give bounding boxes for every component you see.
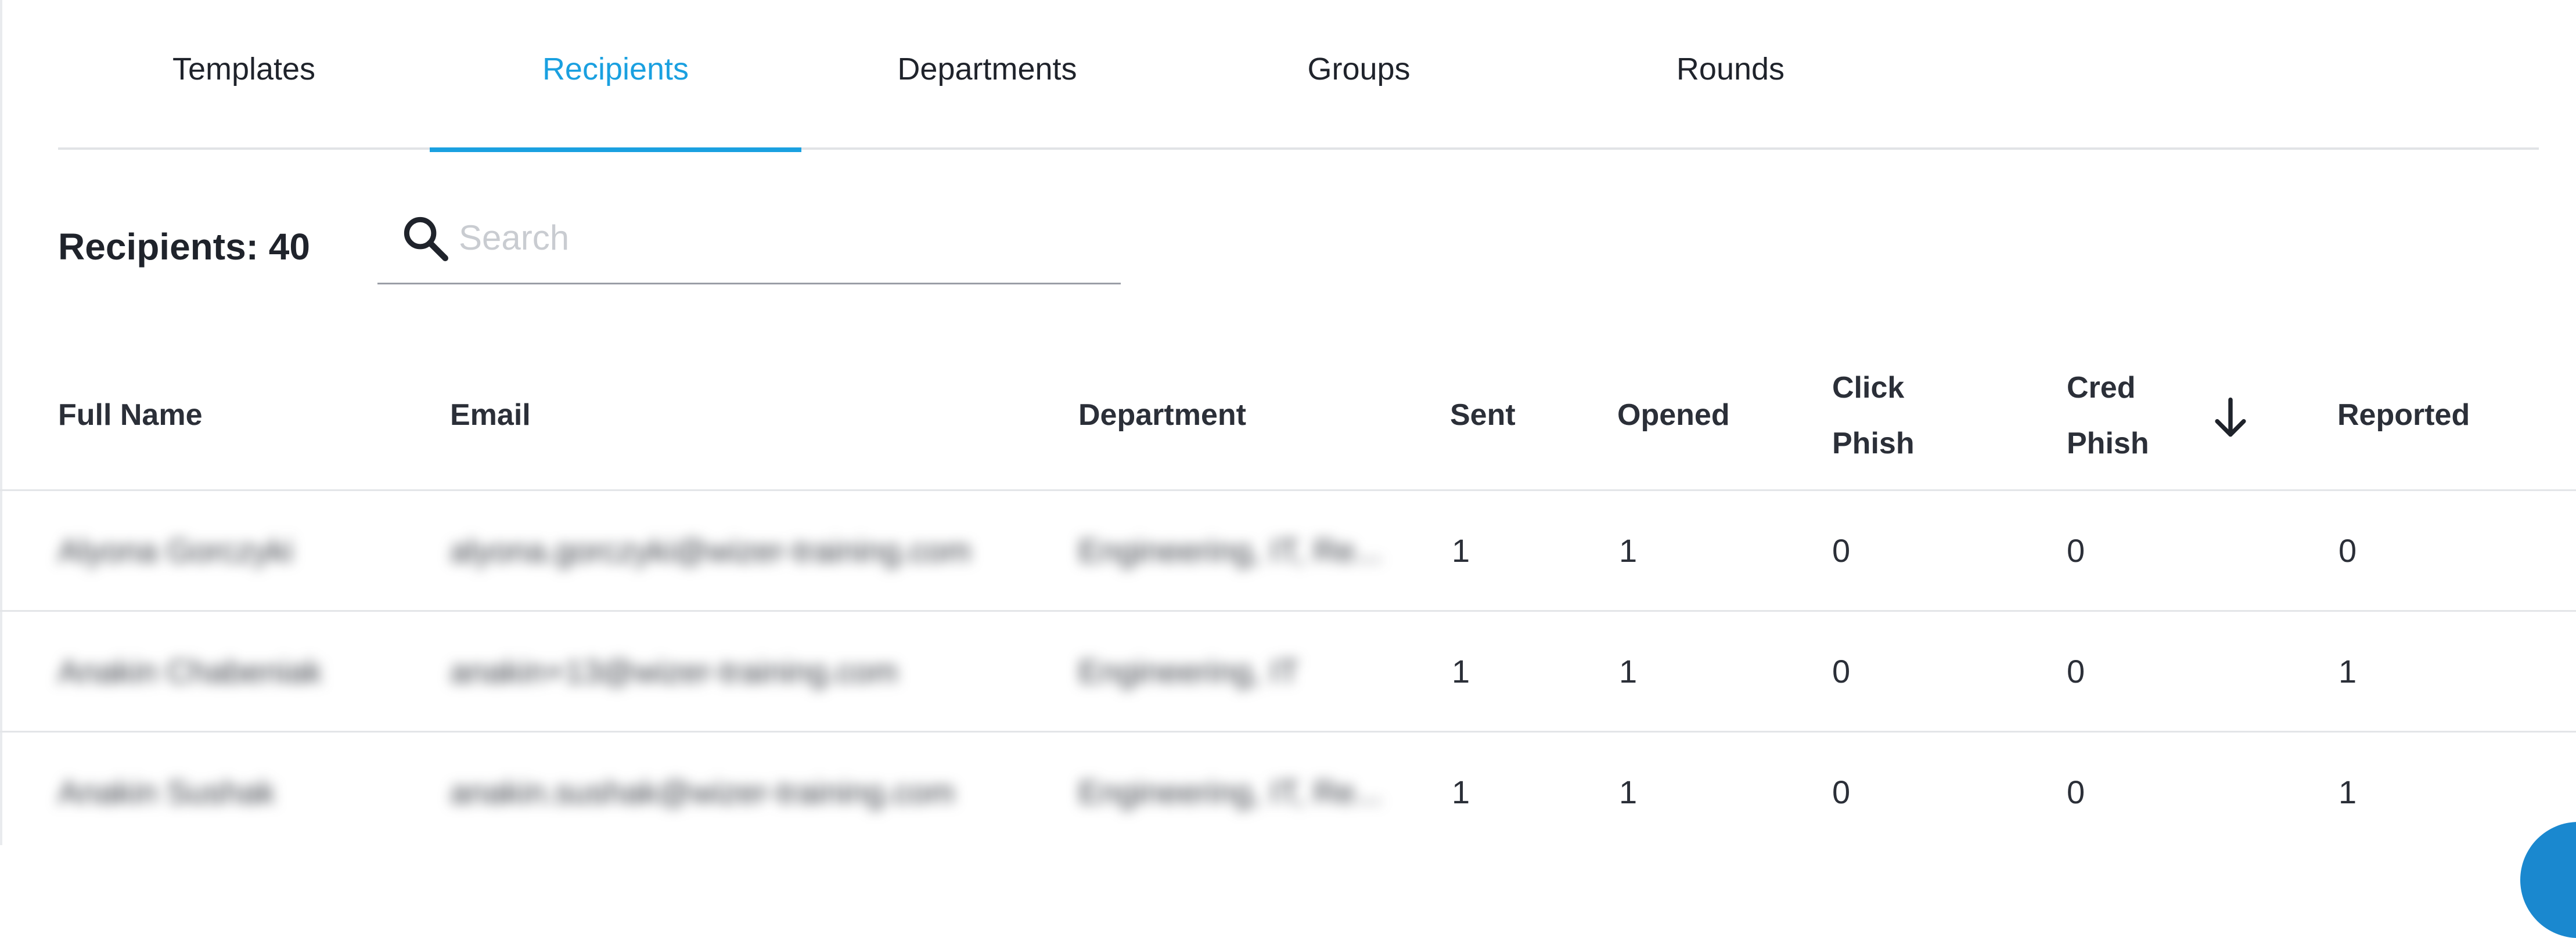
column-header-opened[interactable]: Opened	[1617, 387, 1730, 443]
column-header-sent[interactable]: Sent	[1450, 387, 1516, 443]
tab-departments[interactable]: Departments	[801, 0, 1173, 150]
tab-templates-label: Templates	[172, 52, 316, 86]
tab-groups-label: Groups	[1307, 52, 1411, 86]
cred-phish-line-1: Cred	[2067, 371, 2136, 405]
table-row[interactable]: Anakin Chabeniak anakin+13@wizer-trainin…	[0, 612, 2576, 733]
tab-rounds[interactable]: Rounds	[1545, 0, 1916, 150]
cell-reported: 0	[2338, 532, 2357, 569]
cell-reported: 1	[2338, 653, 2357, 690]
cell-cred-phish: 0	[2067, 774, 2085, 810]
active-tab-indicator	[430, 147, 801, 152]
cell-click-phish: 0	[1832, 532, 1851, 569]
cell-department: Engineering, IT	[1078, 653, 1299, 690]
cell-email: anakin.sushak@wizer-training.com	[450, 774, 955, 810]
table-row[interactable]: Anakin Sushak anakin.sushak@wizer-traini…	[0, 733, 2576, 853]
cell-sent: 1	[1452, 774, 1470, 810]
column-header-department[interactable]: Department	[1078, 387, 1246, 443]
cell-sent: 1	[1452, 653, 1470, 690]
cell-reported: 1	[2338, 774, 2357, 810]
search-field[interactable]	[377, 197, 1121, 284]
tab-recipients-label: Recipients	[542, 52, 689, 86]
table-row[interactable]: Alyona Gorczyki alyona.gorczyki@wizer-tr…	[0, 491, 2576, 612]
column-header-email[interactable]: Email	[450, 387, 531, 443]
click-phish-line-1: Click	[1832, 371, 1905, 405]
cell-sent: 1	[1452, 532, 1470, 569]
cell-opened: 1	[1619, 774, 1638, 810]
column-header-cred-phish[interactable]: Cred Phish	[2067, 360, 2149, 471]
cell-opened: 1	[1619, 532, 1638, 569]
cell-full-name: Anakin Sushak	[58, 774, 275, 810]
cell-department: Engineering, IT, Re...	[1078, 532, 1382, 569]
cell-cred-phish: 0	[2067, 532, 2085, 569]
search-icon	[404, 217, 448, 261]
table-header: Full Name Email Department Sent Opened C…	[0, 348, 2576, 491]
cell-full-name: Anakin Chabeniak	[58, 653, 322, 690]
tab-bar: Templates Recipients Departments Groups …	[58, 0, 2539, 152]
cell-click-phish: 0	[1832, 653, 1851, 690]
tab-groups[interactable]: Groups	[1173, 0, 1545, 150]
click-phish-line-2: Phish	[1832, 427, 1915, 460]
search-input[interactable]	[459, 211, 1098, 264]
cell-email: alyona.gorczyki@wizer-training.com	[450, 532, 972, 569]
cell-email: anakin+13@wizer-training.com	[450, 653, 898, 690]
cell-cred-phish: 0	[2067, 653, 2085, 690]
cell-opened: 1	[1619, 653, 1638, 690]
column-header-click-phish[interactable]: Click Phish	[1832, 360, 1915, 471]
tab-recipients[interactable]: Recipients	[430, 0, 801, 152]
cell-department: Engineering, IT, Re...	[1078, 774, 1382, 810]
cell-full-name: Alyona Gorczyki	[58, 532, 293, 569]
cred-phish-line-2: Phish	[2067, 427, 2149, 460]
arrow-down-icon[interactable]	[2210, 395, 2251, 441]
tab-rounds-label: Rounds	[1676, 52, 1785, 86]
column-header-full-name[interactable]: Full Name	[58, 387, 203, 443]
cell-click-phish: 0	[1832, 774, 1851, 810]
column-header-reported[interactable]: Reported	[2337, 387, 2470, 443]
recipients-count: Recipients: 40	[58, 226, 310, 268]
tab-templates[interactable]: Templates	[58, 0, 430, 150]
tab-departments-label: Departments	[897, 52, 1077, 86]
